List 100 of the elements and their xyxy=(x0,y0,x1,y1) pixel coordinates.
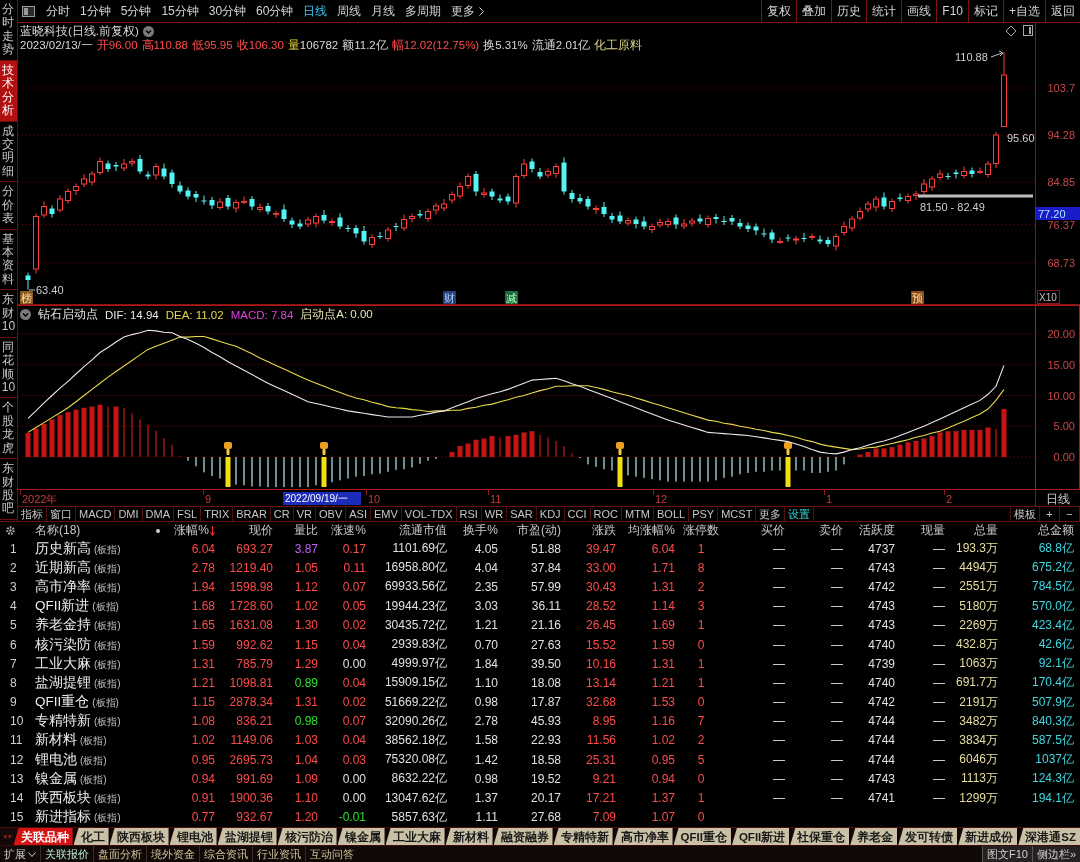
side-tab[interactable]: 东财10 xyxy=(0,290,17,338)
settings-icon[interactable] xyxy=(5,525,16,536)
side-tab[interactable]: 分价表 xyxy=(0,182,17,230)
column-header[interactable]: 现价 xyxy=(217,522,275,539)
board-tab[interactable]: 新材料 xyxy=(445,828,493,845)
indicator-tab[interactable]: ROC xyxy=(590,507,622,521)
board-tab[interactable]: 社保重仓 xyxy=(790,828,850,845)
board-tab[interactable]: 核污防治 xyxy=(277,828,337,845)
indicator-tab[interactable]: EMV xyxy=(370,507,402,521)
board-tab[interactable]: QFII新进 xyxy=(731,828,790,845)
indicator-tab[interactable]: SAR xyxy=(507,507,537,521)
column-header[interactable]: 市盈(动) xyxy=(500,522,563,539)
side-tab[interactable]: 个股龙虎 xyxy=(0,398,17,460)
board-tab[interactable]: 锂电池 xyxy=(169,828,217,845)
period-tab[interactable]: 15分钟 xyxy=(156,2,204,20)
info-tab[interactable]: 综合资讯 xyxy=(199,846,252,862)
column-header[interactable]: 现量 xyxy=(897,522,947,539)
indicator-tab[interactable]: CCI xyxy=(564,507,591,521)
zoom-button[interactable]: + xyxy=(1040,507,1060,521)
board-tab[interactable]: 融资融券 xyxy=(493,828,553,845)
event-marker[interactable]: 榜 xyxy=(20,291,33,304)
indicator-tab[interactable]: 指标 xyxy=(18,507,47,521)
indicator-tab[interactable]: VR xyxy=(293,507,316,521)
footer-button[interactable]: 图文F10 xyxy=(981,846,1032,862)
period-tab[interactable]: 30分钟 xyxy=(203,2,252,20)
column-header[interactable]: 涨停数 xyxy=(677,522,727,539)
indicator-tab[interactable]: WR xyxy=(481,507,508,521)
period-tab[interactable]: 5分钟 xyxy=(115,2,157,20)
board-name[interactable]: 新材料 xyxy=(35,731,77,750)
info-tab[interactable]: 境外资金 xyxy=(146,846,199,862)
more-menu[interactable]: 更多 xyxy=(446,2,490,20)
board-tab[interactable]: 盐湖提锂 xyxy=(217,828,277,845)
indicator-tab[interactable]: TRIX xyxy=(201,507,234,521)
info-tab[interactable]: 互动问答 xyxy=(305,846,358,862)
toolbar-button[interactable]: 标记 xyxy=(968,0,1003,22)
column-header[interactable]: 流通市值 xyxy=(368,522,449,539)
dropdown-icon[interactable] xyxy=(142,25,154,37)
period-tab[interactable]: 日线 xyxy=(298,2,333,20)
toolbar-button[interactable]: 复权 xyxy=(761,0,797,22)
scale-badge[interactable]: X10 xyxy=(1037,290,1060,304)
diamond-icon[interactable] xyxy=(1005,25,1017,37)
board-tab[interactable]: 工业大麻 xyxy=(385,828,445,845)
board-tab[interactable]: 陕西板块 xyxy=(109,828,169,845)
indicator-tab[interactable]: VOL-TDX xyxy=(401,507,457,521)
indicator-tab[interactable]: MCST xyxy=(718,507,757,521)
period-tab[interactable]: 月线 xyxy=(366,2,401,20)
dropdown-icon[interactable] xyxy=(20,309,31,320)
board-name[interactable]: 专精特新 xyxy=(35,712,91,731)
indicator-tab[interactable]: DMA xyxy=(142,507,174,521)
column-header[interactable]: 涨速% xyxy=(320,522,368,539)
side-tab[interactable]: 分时走势 xyxy=(0,0,17,61)
info-tab[interactable]: 盘面分析 xyxy=(93,846,146,862)
board-tab[interactable]: 发可转债 xyxy=(898,828,958,845)
side-tab[interactable]: 技术分析 xyxy=(0,60,17,122)
info-tab[interactable]: 关联报价 xyxy=(40,846,93,862)
board-name[interactable]: 历史新高 xyxy=(35,539,91,558)
side-tab[interactable]: 同花顺10 xyxy=(0,337,17,399)
column-header[interactable]: 量比 xyxy=(275,522,320,539)
side-tab[interactable]: 成交明细 xyxy=(0,121,17,183)
board-name[interactable]: QFII新进 xyxy=(35,597,90,616)
zoom-button[interactable]: − xyxy=(1060,507,1080,521)
toolbar-button[interactable]: +自选 xyxy=(1003,0,1045,22)
toolbar-button[interactable]: 叠加 xyxy=(796,0,832,22)
board-name[interactable]: 陕西板块 xyxy=(35,789,91,808)
column-header[interactable]: 卖价 xyxy=(787,522,845,539)
settings-button[interactable]: 设置 xyxy=(785,507,815,521)
indicator-tab[interactable]: BOLL xyxy=(654,507,690,521)
board-tab[interactable]: QFII重仓 xyxy=(673,828,731,845)
toolbar-button[interactable]: 历史 xyxy=(831,0,867,22)
indicator-tab[interactable]: 窗口 xyxy=(47,507,76,521)
template-button[interactable]: 模板 xyxy=(1010,507,1040,521)
window-icon[interactable] xyxy=(1023,25,1033,36)
toolbar-button[interactable]: F10 xyxy=(936,0,968,22)
column-header[interactable]: 均涨幅% xyxy=(618,522,677,539)
indicator-title[interactable]: 钻石启动点 xyxy=(38,307,98,322)
board-name[interactable]: 养老金持 xyxy=(35,616,91,635)
board-tab[interactable]: 关联品种 xyxy=(13,828,73,845)
period-tab[interactable]: 60分钟 xyxy=(251,2,299,20)
column-header[interactable]: 总金额 xyxy=(1000,522,1076,539)
side-tab[interactable]: 东财股吧 xyxy=(0,459,17,520)
board-tab[interactable]: 新进成份 xyxy=(958,828,1018,845)
indicator-tab[interactable]: OBV xyxy=(316,507,347,521)
board-tab[interactable]: 化工 xyxy=(73,828,109,845)
board-name[interactable]: QFII重仓 xyxy=(35,693,90,712)
indicator-tab[interactable]: CR xyxy=(270,507,294,521)
indicator-tab[interactable]: MACD xyxy=(76,507,116,521)
column-header[interactable]: 换手% xyxy=(449,522,500,539)
indicator-tab[interactable]: KDJ xyxy=(536,507,565,521)
board-name[interactable]: 镍金属 xyxy=(35,769,77,788)
column-header[interactable]: 涨幅% xyxy=(165,522,217,539)
board-tab[interactable]: 高市净率 xyxy=(613,828,673,845)
board-tab[interactable]: 深港通SZ xyxy=(1018,828,1080,845)
indicator-tab[interactable]: MTM xyxy=(622,507,655,521)
board-name[interactable]: 高市净率 xyxy=(35,577,91,596)
indicator-tab[interactable]: FSL xyxy=(174,507,202,521)
period-tab[interactable]: 1分钟 xyxy=(75,2,116,20)
board-name[interactable]: 近期新高 xyxy=(35,558,91,577)
toolbar-button[interactable]: 返回 xyxy=(1045,0,1080,22)
indicator-tab[interactable]: RSI xyxy=(456,507,482,521)
board-tab[interactable]: 镍金属 xyxy=(337,828,385,845)
